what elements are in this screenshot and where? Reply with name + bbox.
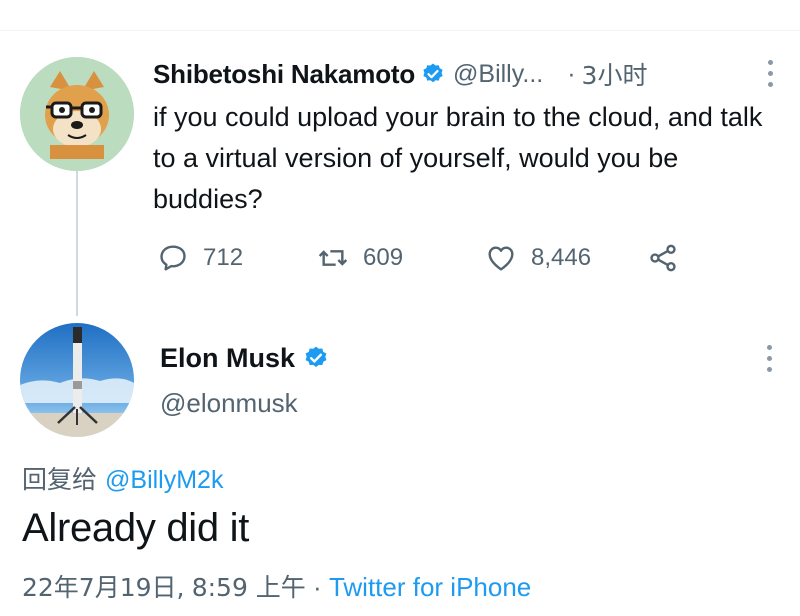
like-count: 8,446 xyxy=(531,244,592,271)
replying-to-label: 回复给 xyxy=(22,465,98,494)
like-button[interactable]: 8,446 xyxy=(485,240,591,276)
tweet-date[interactable]: 22年7月19日, xyxy=(22,573,184,602)
avatar-shibetoshi[interactable] xyxy=(20,57,134,171)
retweet-button[interactable]: 609 xyxy=(317,240,403,276)
like-icon xyxy=(488,246,514,271)
original-tweet-header: Shibetoshi Nakamoto @Billy... · 3小时 xyxy=(153,57,793,91)
tweet-metadata: 22年7月19日, 8:59 上午 · Twitter for iPhone xyxy=(22,568,531,604)
share-icon xyxy=(650,244,676,272)
share-button[interactable] xyxy=(647,240,679,276)
top-divider xyxy=(0,30,800,31)
verified-badge-icon xyxy=(305,346,327,367)
more-options-icon[interactable] xyxy=(767,345,773,373)
reply-author-row: Elon Musk xyxy=(160,340,329,376)
author-name[interactable]: Shibetoshi Nakamoto xyxy=(153,59,415,90)
doge-avatar-image xyxy=(20,57,134,171)
author-handle[interactable]: @Billy... xyxy=(453,60,543,89)
tweet-actions-bar: 712 609 8,446 xyxy=(157,240,717,276)
reply-author-name[interactable]: Elon Musk xyxy=(160,343,295,374)
reply-button[interactable]: 712 xyxy=(157,240,243,276)
reply-icon xyxy=(160,245,186,271)
tweet-source[interactable]: Twitter for iPhone xyxy=(329,572,531,602)
avatar-elon-musk[interactable] xyxy=(20,323,134,437)
thread-connector-line xyxy=(76,171,78,316)
replying-to-line: 回复给 @BillyM2k xyxy=(22,460,223,496)
verified-badge-icon xyxy=(423,63,443,83)
tweet-time[interactable]: 3小时 xyxy=(582,56,648,92)
replying-to-handle[interactable]: @BillyM2k xyxy=(105,466,223,494)
more-options-icon[interactable] xyxy=(768,60,774,88)
time-separator: · xyxy=(567,59,576,88)
metadata-separator: · xyxy=(313,572,322,602)
original-tweet-text: if you could upload your brain to the cl… xyxy=(153,102,763,214)
reply-tweet-text: Already did it xyxy=(22,506,250,550)
retweet-count: 609 xyxy=(363,244,404,271)
reply-author-handle[interactable]: @elonmusk xyxy=(160,388,298,419)
rocket-avatar-image xyxy=(20,323,134,437)
reply-count: 712 xyxy=(203,244,244,271)
tweet-timestamp[interactable]: 8:59 上午 xyxy=(192,573,306,602)
retweet-icon xyxy=(318,250,348,266)
